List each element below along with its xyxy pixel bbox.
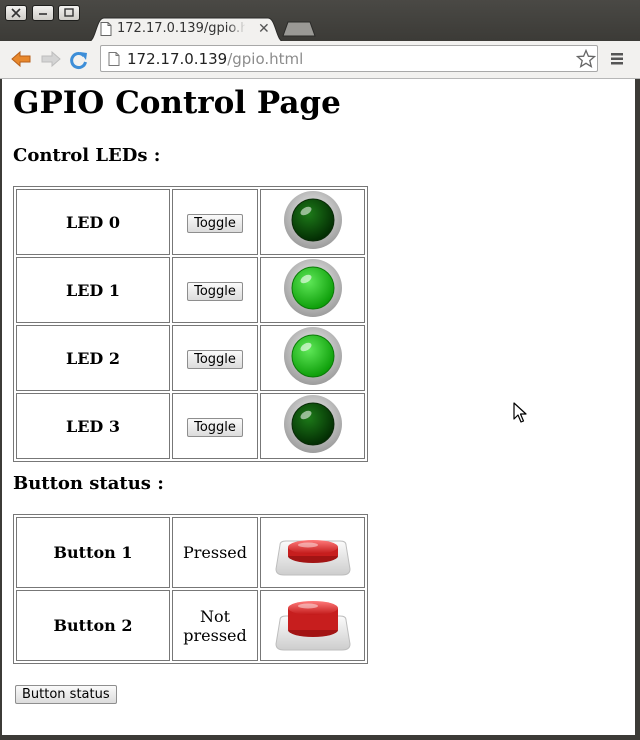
browser-tab-active[interactable]: 172.17.0.139/gpio.html ✕: [88, 17, 284, 42]
hamburger-menu-icon[interactable]: [610, 52, 624, 66]
minimize-window-button[interactable]: [32, 5, 54, 21]
table-row: LED 0 Toggle: [16, 189, 365, 255]
table-row: LED 2 Toggle: [16, 325, 365, 391]
led-on-icon: [283, 259, 342, 317]
maximize-window-button[interactable]: [58, 5, 80, 21]
led-label: LED 0: [16, 189, 170, 255]
new-tab-button[interactable]: [282, 21, 316, 37]
led-label: LED 2: [16, 325, 170, 391]
button-status-table: Button 1 Pressed Button 2 Not pressed: [13, 514, 368, 664]
table-row: Button 1 Pressed: [16, 517, 365, 588]
url-host: 172.17.0.139: [127, 50, 228, 68]
url-text: 172.17.0.139/gpio.html: [127, 50, 303, 68]
table-row: LED 1 Toggle: [16, 257, 365, 323]
push-button-pressed-icon: [274, 539, 351, 575]
minimize-icon: [39, 13, 47, 15]
toggle-led-3-button[interactable]: Toggle: [187, 417, 243, 437]
close-icon: [11, 8, 21, 18]
forward-arrow-icon[interactable]: [40, 50, 62, 68]
address-bar[interactable]: 172.17.0.139/gpio.html: [100, 45, 598, 72]
back-arrow-icon[interactable]: [10, 50, 32, 68]
browser-toolbar: 172.17.0.139/gpio.html: [0, 41, 640, 79]
leds-heading: Control LEDs :: [13, 145, 161, 166]
button-label: Button 2: [16, 590, 170, 661]
browser-window: 172.17.0.139/gpio.html ✕ 172.17.0.139/gp…: [0, 0, 640, 740]
led-table: LED 0 Toggle LED 1 Toggle LED 2 Toggle L…: [13, 186, 368, 462]
led-on-icon: [283, 327, 342, 385]
push-button-released-icon: [274, 600, 351, 650]
led-label: LED 3: [16, 393, 170, 459]
toggle-led-1-button[interactable]: Toggle: [187, 281, 243, 301]
led-label: LED 1: [16, 257, 170, 323]
buttons-heading: Button status :: [13, 473, 164, 494]
led-off-icon: [283, 395, 342, 453]
mouse-cursor-icon: [513, 402, 527, 423]
tab-title: 172.17.0.139/gpio.html: [117, 21, 245, 36]
star-icon[interactable]: [576, 49, 596, 68]
document-icon: [100, 22, 112, 36]
tab-close-icon[interactable]: ✕: [258, 21, 270, 37]
button-status-text: Not pressed: [172, 590, 258, 661]
document-icon: [108, 52, 120, 66]
toggle-led-2-button[interactable]: Toggle: [187, 349, 243, 369]
page-content: GPIO Control Page Control LEDs : LED 0 T…: [2, 79, 635, 735]
page-title: GPIO Control Page: [13, 85, 341, 121]
url-path: /gpio.html: [227, 50, 304, 68]
reload-icon[interactable]: [69, 50, 89, 70]
button-status-text: Pressed: [172, 517, 258, 588]
button-label: Button 1: [16, 517, 170, 588]
close-window-button[interactable]: [5, 5, 27, 21]
table-row: LED 3 Toggle: [16, 393, 365, 459]
title-bar: 172.17.0.139/gpio.html ✕: [0, 0, 640, 42]
maximize-icon: [64, 8, 74, 17]
button-status-button[interactable]: Button status: [15, 685, 117, 704]
toggle-led-0-button[interactable]: Toggle: [187, 213, 243, 233]
led-off-icon: [283, 191, 342, 249]
table-row: Button 2 Not pressed: [16, 590, 365, 661]
